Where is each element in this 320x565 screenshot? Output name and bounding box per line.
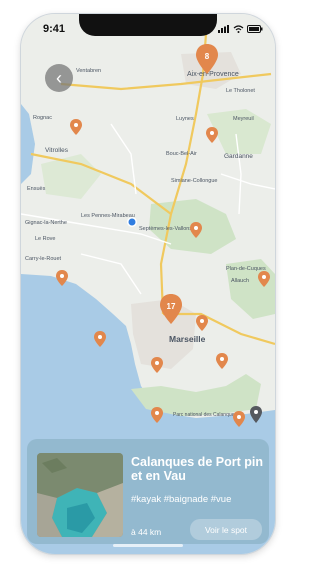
map-label-meyreuil: Meyreuil — [233, 116, 254, 122]
map-label-les-pennes: Les Pennes-Mirabeau — [81, 213, 135, 219]
cluster-count-marseille: 17 — [167, 302, 176, 311]
map-label-plan-cuques: Plan-de-Cuques — [226, 266, 266, 272]
spot-card[interactable]: Calanques de Port pin et en Vau #kayak #… — [27, 439, 269, 544]
home-indicator — [113, 544, 183, 547]
chevron-left-icon: ‹ — [56, 67, 62, 88]
spot-distance: à 44 km — [131, 527, 162, 537]
battery-icon — [247, 25, 263, 33]
map-label-vitrolles: Vitrolles — [45, 147, 69, 154]
back-button[interactable]: ‹ — [45, 64, 73, 92]
status-time: 9:41 — [43, 23, 66, 35]
map-label-parc: Parc national des Calanques — [173, 412, 237, 418]
map-label-carry: Carry-le-Rouet — [25, 256, 62, 262]
spot-photo — [37, 453, 123, 537]
phone-frame: Aix-en-Provence Marseille Gardanne Vitro… — [21, 14, 275, 554]
map-label-marseille: Marseille — [169, 334, 206, 344]
map-label-septemes: Septèmes-les-Vallons — [139, 226, 192, 232]
map-label-le-tholonet: Le Tholonet — [226, 88, 255, 94]
map-label-ventabren: Ventabren — [76, 68, 101, 74]
current-location-dot — [128, 218, 136, 226]
map-label-luynes: Luynes — [176, 116, 194, 122]
map-label-aix: Aix-en-Provence — [187, 71, 239, 78]
map-label-gardanne: Gardanne — [224, 153, 253, 160]
cluster-count-aix: 8 — [205, 52, 210, 61]
map-label-allauch: Allauch — [231, 278, 249, 284]
status-icons — [218, 25, 263, 33]
wifi-icon — [233, 25, 244, 33]
map-label-rognac: Rognac — [33, 115, 52, 121]
spot-tags: #kayak #baignade #vue — [131, 494, 232, 505]
spot-title: Calanques de Port pin et en Vau — [131, 455, 263, 483]
map-label-gignac: Gignac-la-Nerthe — [25, 220, 67, 226]
device-notch — [79, 14, 217, 36]
map-label-le-rove: Le Rove — [35, 236, 56, 242]
view-spot-button[interactable]: Voir le spot — [190, 519, 262, 540]
map-label-bouc: Bouc-Bel-Air — [166, 151, 197, 157]
map-label-simiane: Simiane-Collongue — [171, 178, 217, 184]
signal-icon — [218, 25, 229, 33]
map-label-ensues: Ensuès — [27, 186, 46, 192]
